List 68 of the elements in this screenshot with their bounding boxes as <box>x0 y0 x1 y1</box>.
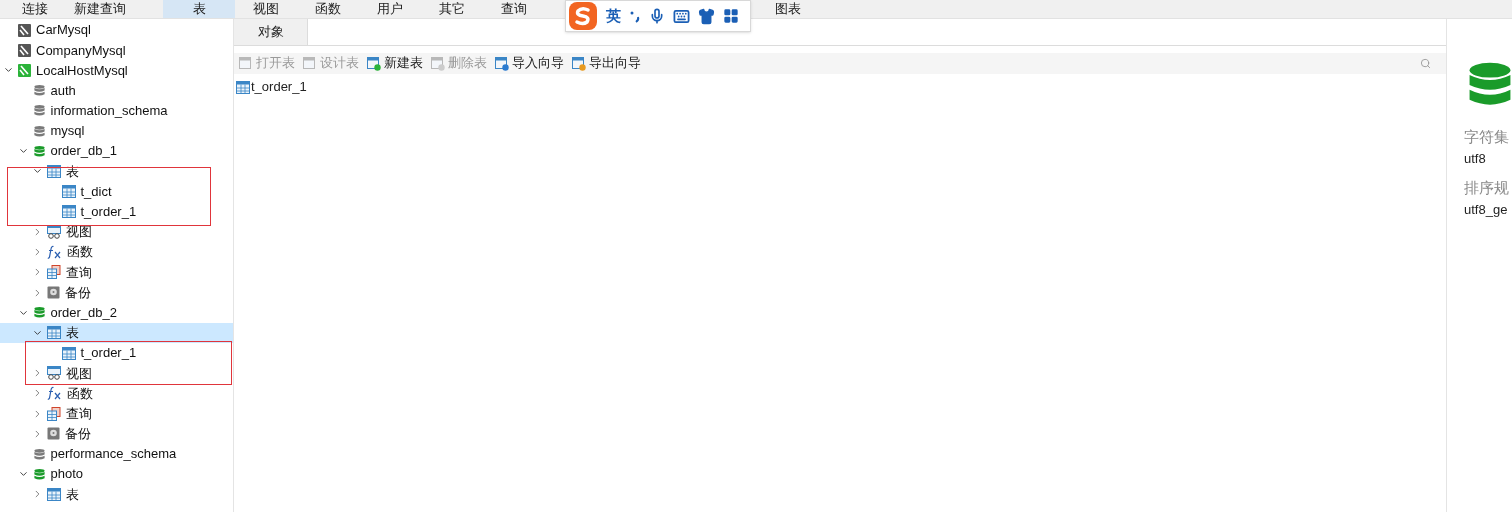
table-icon <box>61 185 76 199</box>
table-icon <box>61 205 76 219</box>
table-icon <box>236 80 250 94</box>
menu-tab[interactable]: 视图 <box>235 0 297 18</box>
keyboard-icon[interactable] <box>673 7 690 25</box>
backup-icon <box>47 286 60 300</box>
tree-item[interactable]: information_schema <box>0 100 233 121</box>
ime-mode[interactable]: 英 <box>606 4 621 28</box>
table-icon <box>47 326 61 340</box>
design-table-icon <box>303 56 317 71</box>
delete-table-icon <box>431 56 445 71</box>
tree-item[interactable]: order_db_1 <box>0 141 233 162</box>
info-label: 排序规 <box>1464 179 1510 199</box>
table-icon <box>61 346 76 360</box>
tree-item[interactable]: 备份 <box>0 282 233 303</box>
info-value: utf8_ge <box>1464 201 1509 219</box>
backup-icon <box>47 427 60 441</box>
function-icon <box>47 386 62 401</box>
query-icon <box>47 265 61 280</box>
import-table-icon <box>495 56 509 71</box>
tree-item[interactable]: CompanyMysql <box>0 40 233 61</box>
tree-item[interactable]: order_db_2 <box>0 302 233 323</box>
tree-item[interactable]: mysql <box>0 120 233 142</box>
menu-tab[interactable]: 用户 <box>359 0 421 18</box>
tree-item[interactable]: auth <box>0 80 233 101</box>
tab[interactable]: 对象 <box>234 19 308 45</box>
menu-item[interactable]: 新建查询 <box>74 0 126 19</box>
view-icon <box>47 224 61 239</box>
info-label: 字符集 <box>1464 128 1510 147</box>
new-table-icon <box>367 56 381 71</box>
function-icon <box>47 245 62 260</box>
tree-item[interactable]: 查询 <box>0 403 233 424</box>
tree-item[interactable]: 视图 <box>0 363 233 384</box>
query-icon <box>47 406 61 421</box>
menu-item[interactable]: 连接 <box>22 0 48 19</box>
grid-icon[interactable] <box>723 8 739 24</box>
export-table-icon <box>572 56 586 71</box>
toolbar-button[interactable]: 导出向导 <box>572 54 641 73</box>
info-value: utf8 <box>1464 149 1487 168</box>
open-table-icon <box>239 56 253 71</box>
menu-tab[interactable]: 函数 <box>297 0 359 18</box>
toolbar-button[interactable]: 新建表 <box>367 54 423 73</box>
punctuation-icon[interactable] <box>629 9 641 23</box>
menu-tab[interactable]: 查询 <box>483 0 545 18</box>
shirt-icon[interactable] <box>698 7 715 25</box>
toolbar-button[interactable]: 导入向导 <box>495 54 564 73</box>
object-item[interactable]: t_order_1 <box>236 78 1446 96</box>
tree-item[interactable]: 备份 <box>0 423 233 444</box>
menu-tab[interactable]: 表 <box>163 0 235 18</box>
tree-item[interactable]: photo <box>0 464 233 485</box>
tree-item[interactable]: LocalHostMysql <box>0 60 233 81</box>
tree-item[interactable]: 视图 <box>0 221 233 243</box>
tree-item[interactable]: 表 <box>0 161 233 182</box>
tree-item[interactable]: 表 <box>0 484 233 505</box>
tree-item[interactable]: t_order_1 <box>0 343 233 364</box>
tree-item[interactable]: t_order_1 <box>0 201 233 222</box>
tree-item[interactable]: CarMysql <box>0 20 233 41</box>
view-icon <box>47 366 61 381</box>
tree-item[interactable]: 函数 <box>0 242 233 263</box>
menu-tab[interactable]: 其它 <box>421 0 483 18</box>
tree-item[interactable]: t_dict <box>0 181 233 202</box>
tree-item[interactable]: 表 <box>0 322 233 343</box>
table-icon <box>47 487 61 501</box>
menu-tab[interactable]: 图表 <box>763 0 813 18</box>
tree-item[interactable]: performance_schema <box>0 443 233 465</box>
tree-item[interactable]: 查询 <box>0 262 233 283</box>
microphone-icon[interactable] <box>649 8 665 24</box>
tree-item[interactable]: 函数 <box>0 383 233 404</box>
